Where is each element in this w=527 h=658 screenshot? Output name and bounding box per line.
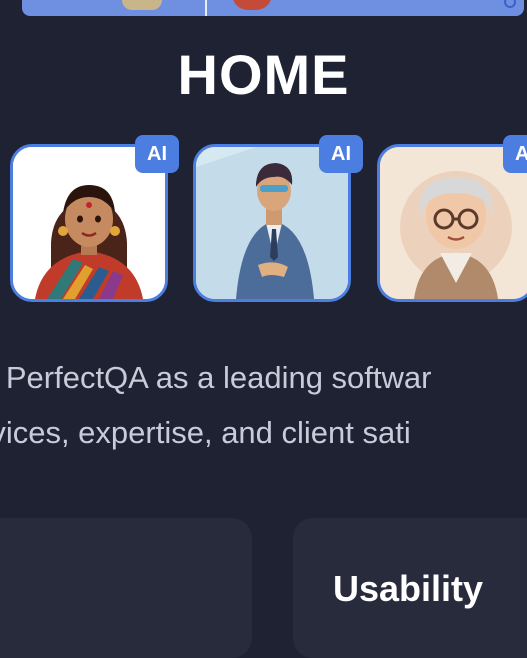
description-line: rvices, expertise, and client sati: [0, 415, 411, 450]
ai-badge: AI: [503, 135, 527, 173]
description-line: e PerfectQA as a leading softwar: [0, 360, 432, 395]
top-banner-image: [22, 0, 524, 16]
page-title: HOME: [177, 43, 350, 106]
feature-card-usability[interactable]: Usability: [293, 518, 527, 658]
carousel-indicator-icon: [504, 0, 516, 8]
feature-title: Usability: [333, 568, 484, 609]
ai-badge: AI: [135, 135, 179, 173]
ai-badge: AI: [319, 135, 363, 173]
feature-card[interactable]: [0, 518, 252, 658]
intro-description: e PerfectQA as a leading softwar rvices,…: [0, 350, 527, 460]
